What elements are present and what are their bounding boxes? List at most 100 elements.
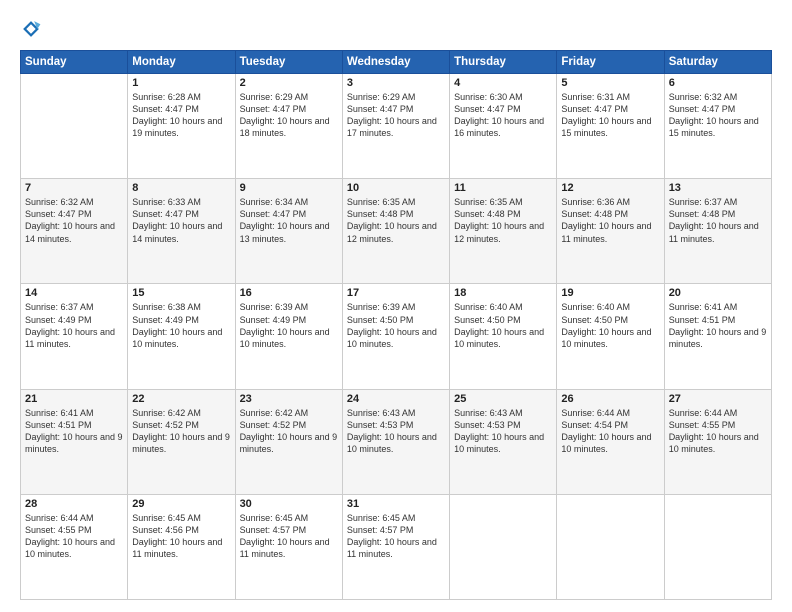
header — [20, 18, 772, 40]
calendar-cell: 25Sunrise: 6:43 AM Sunset: 4:53 PM Dayli… — [450, 389, 557, 494]
day-number: 25 — [454, 393, 552, 405]
cell-info: Sunrise: 6:39 AM Sunset: 4:50 PM Dayligh… — [347, 301, 445, 350]
calendar-cell: 11Sunrise: 6:35 AM Sunset: 4:48 PM Dayli… — [450, 179, 557, 284]
day-number: 21 — [25, 393, 123, 405]
day-number: 15 — [132, 287, 230, 299]
day-number: 27 — [669, 393, 767, 405]
calendar-cell: 20 Sunrise: 6:41 AM Sunset: 4:51 PM Dayli… — [664, 284, 771, 389]
day-number: 12 — [561, 182, 659, 194]
day-number: 9 — [240, 182, 338, 194]
cell-info: Sunrise: 6:44 AM Sunset: 4:55 PM Dayligh… — [669, 407, 767, 456]
day-number: 22 — [132, 393, 230, 405]
day-header-thursday: Thursday — [450, 51, 557, 74]
calendar-cell: 7 Sunrise: 6:32 AM Sunset: 4:47 PM Daylig… — [21, 179, 128, 284]
calendar-cell: 23 Sunrise: 6:42 AM Sunset: 4:52 PM Dayli… — [235, 389, 342, 494]
calendar-week-row: 7 Sunrise: 6:32 AM Sunset: 4:47 PM Daylig… — [21, 179, 772, 284]
cell-info: Sunrise: 6:31 AM Sunset: 4:47 PM Dayligh… — [561, 91, 659, 140]
cell-info: Sunrise: 6:38 AM Sunset: 4:49 PM Dayligh… — [132, 301, 230, 350]
day-number: 17 — [347, 287, 445, 299]
logo-icon — [20, 18, 42, 40]
calendar-cell: 15 Sunrise: 6:38 AM Sunset: 4:49 PM Dayli… — [128, 284, 235, 389]
cell-info: Sunrise: 6:43 AM Sunset: 4:53 PM Dayligh… — [347, 407, 445, 456]
day-number: 26 — [561, 393, 659, 405]
cell-info: Sunrise: 6:45 AM Sunset: 4:56 PM Dayligh… — [132, 512, 230, 561]
day-number: 19 — [561, 287, 659, 299]
day-number: 13 — [669, 182, 767, 194]
day-number: 1 — [132, 77, 230, 89]
calendar-cell: 17 Sunrise: 6:39 AM Sunset: 4:50 PM Dayli… — [342, 284, 449, 389]
calendar-cell: 24 Sunrise: 6:43 AM Sunset: 4:53 PM Dayli… — [342, 389, 449, 494]
day-number: 2 — [240, 77, 338, 89]
calendar-cell: 29 Sunrise: 6:45 AM Sunset: 4:56 PM Dayli… — [128, 494, 235, 599]
cell-info: Sunrise: 6:44 AM Sunset: 4:54 PM Dayligh… — [561, 407, 659, 456]
cell-info: Sunrise: 6:34 AM Sunset: 4:47 PM Dayligh… — [240, 196, 338, 245]
calendar-cell: 21 Sunrise: 6:41 AM Sunset: 4:51 PM Dayli… — [21, 389, 128, 494]
calendar-cell: 19 Sunrise: 6:40 AM Sunset: 4:50 PM Dayli… — [557, 284, 664, 389]
day-header-tuesday: Tuesday — [235, 51, 342, 74]
cell-info: Sunrise: 6:45 AM Sunset: 4:57 PM Dayligh… — [347, 512, 445, 561]
calendar-week-row: 21 Sunrise: 6:41 AM Sunset: 4:51 PM Dayli… — [21, 389, 772, 494]
calendar-cell: 22 Sunrise: 6:42 AM Sunset: 4:52 PM Dayli… — [128, 389, 235, 494]
calendar-cell: 10Sunrise: 6:35 AM Sunset: 4:48 PM Dayli… — [342, 179, 449, 284]
day-number: 16 — [240, 287, 338, 299]
calendar-cell: 16Sunrise: 6:39 AM Sunset: 4:49 PM Dayli… — [235, 284, 342, 389]
cell-info: Sunrise: 6:37 AM Sunset: 4:48 PM Dayligh… — [669, 196, 767, 245]
day-number: 24 — [347, 393, 445, 405]
calendar-cell: 1Sunrise: 6:28 AM Sunset: 4:47 PM Daylig… — [128, 74, 235, 179]
calendar-header-row: SundayMondayTuesdayWednesdayThursdayFrid… — [21, 51, 772, 74]
day-number: 5 — [561, 77, 659, 89]
calendar-cell: 26 Sunrise: 6:44 AM Sunset: 4:54 PM Dayli… — [557, 389, 664, 494]
cell-info: Sunrise: 6:32 AM Sunset: 4:47 PM Dayligh… — [669, 91, 767, 140]
calendar-cell: 3Sunrise: 6:29 AM Sunset: 4:47 PM Daylig… — [342, 74, 449, 179]
calendar-cell: 31 Sunrise: 6:45 AM Sunset: 4:57 PM Dayli… — [342, 494, 449, 599]
day-number: 6 — [669, 77, 767, 89]
cell-info: Sunrise: 6:35 AM Sunset: 4:48 PM Dayligh… — [347, 196, 445, 245]
day-number: 3 — [347, 77, 445, 89]
calendar-cell: 5 Sunrise: 6:31 AM Sunset: 4:47 PM Daylig… — [557, 74, 664, 179]
cell-info: Sunrise: 6:41 AM Sunset: 4:51 PM Dayligh… — [25, 407, 123, 456]
day-number: 8 — [132, 182, 230, 194]
day-number: 18 — [454, 287, 552, 299]
day-number: 7 — [25, 182, 123, 194]
day-header-monday: Monday — [128, 51, 235, 74]
calendar-week-row: 28 Sunrise: 6:44 AM Sunset: 4:55 PM Dayli… — [21, 494, 772, 599]
calendar-cell: 30Sunrise: 6:45 AM Sunset: 4:57 PM Dayli… — [235, 494, 342, 599]
day-header-sunday: Sunday — [21, 51, 128, 74]
calendar-week-row: 14Sunrise: 6:37 AM Sunset: 4:49 PM Dayli… — [21, 284, 772, 389]
calendar-table: SundayMondayTuesdayWednesdayThursdayFrid… — [20, 50, 772, 600]
day-header-friday: Friday — [557, 51, 664, 74]
calendar-cell: 4 Sunrise: 6:30 AM Sunset: 4:47 PM Daylig… — [450, 74, 557, 179]
cell-info: Sunrise: 6:30 AM Sunset: 4:47 PM Dayligh… — [454, 91, 552, 140]
cell-info: Sunrise: 6:37 AM Sunset: 4:49 PM Dayligh… — [25, 301, 123, 350]
cell-info: Sunrise: 6:44 AM Sunset: 4:55 PM Dayligh… — [25, 512, 123, 561]
cell-info: Sunrise: 6:29 AM Sunset: 4:47 PM Dayligh… — [240, 91, 338, 140]
day-number: 4 — [454, 77, 552, 89]
calendar-cell: 2 Sunrise: 6:29 AM Sunset: 4:47 PM Daylig… — [235, 74, 342, 179]
calendar-cell: 6 Sunrise: 6:32 AM Sunset: 4:47 PM Daylig… — [664, 74, 771, 179]
calendar-cell — [557, 494, 664, 599]
day-number: 11 — [454, 182, 552, 194]
calendar-cell: 8 Sunrise: 6:33 AM Sunset: 4:47 PM Daylig… — [128, 179, 235, 284]
day-number: 20 — [669, 287, 767, 299]
cell-info: Sunrise: 6:32 AM Sunset: 4:47 PM Dayligh… — [25, 196, 123, 245]
calendar-cell: 27 Sunrise: 6:44 AM Sunset: 4:55 PM Dayli… — [664, 389, 771, 494]
calendar-cell: 13 Sunrise: 6:37 AM Sunset: 4:48 PM Dayli… — [664, 179, 771, 284]
calendar-cell — [664, 494, 771, 599]
calendar-week-row: 1Sunrise: 6:28 AM Sunset: 4:47 PM Daylig… — [21, 74, 772, 179]
calendar-cell: 28 Sunrise: 6:44 AM Sunset: 4:55 PM Dayli… — [21, 494, 128, 599]
calendar-cell: 12 Sunrise: 6:36 AM Sunset: 4:48 PM Dayli… — [557, 179, 664, 284]
cell-info: Sunrise: 6:40 AM Sunset: 4:50 PM Dayligh… — [454, 301, 552, 350]
day-number: 31 — [347, 498, 445, 510]
logo — [20, 18, 46, 40]
day-number: 29 — [132, 498, 230, 510]
cell-info: Sunrise: 6:41 AM Sunset: 4:51 PM Dayligh… — [669, 301, 767, 350]
cell-info: Sunrise: 6:40 AM Sunset: 4:50 PM Dayligh… — [561, 301, 659, 350]
day-number: 23 — [240, 393, 338, 405]
cell-info: Sunrise: 6:36 AM Sunset: 4:48 PM Dayligh… — [561, 196, 659, 245]
cell-info: Sunrise: 6:42 AM Sunset: 4:52 PM Dayligh… — [240, 407, 338, 456]
calendar-cell — [21, 74, 128, 179]
cell-info: Sunrise: 6:42 AM Sunset: 4:52 PM Dayligh… — [132, 407, 230, 456]
cell-info: Sunrise: 6:45 AM Sunset: 4:57 PM Dayligh… — [240, 512, 338, 561]
cell-info: Sunrise: 6:33 AM Sunset: 4:47 PM Dayligh… — [132, 196, 230, 245]
day-number: 28 — [25, 498, 123, 510]
